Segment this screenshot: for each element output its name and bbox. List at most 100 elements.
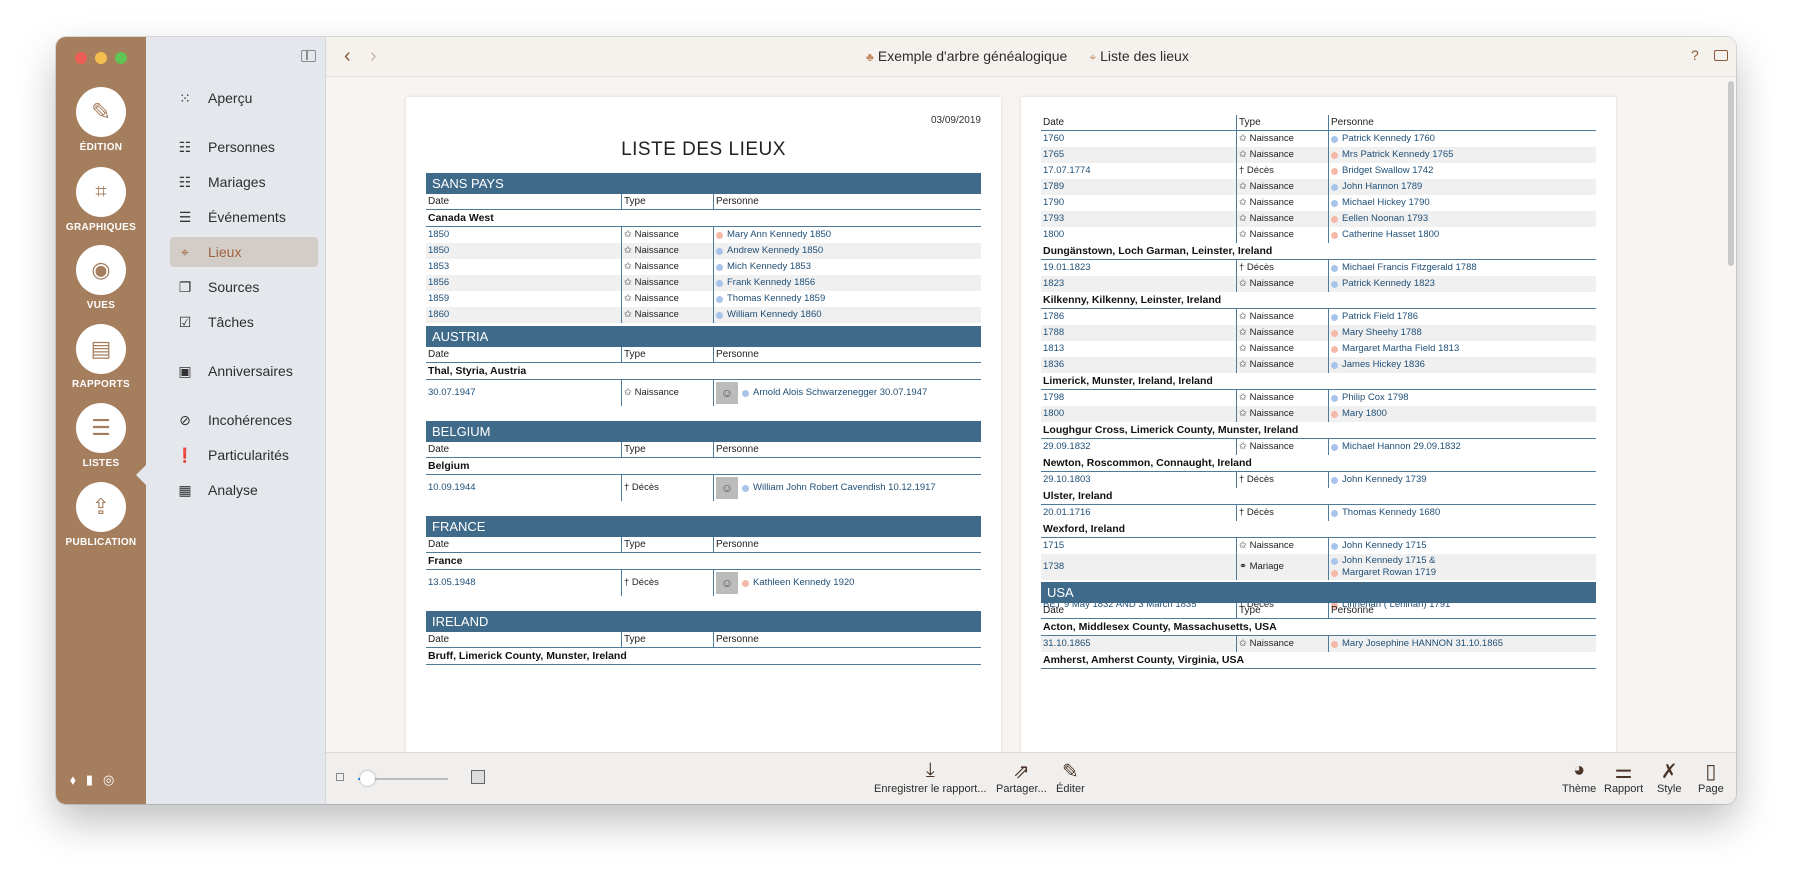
sidebar-item-lieux[interactable]: ⌖ Lieux	[170, 237, 318, 267]
table-row: 1836 ✩ Naissance James Hickey 1836	[1041, 357, 1596, 373]
row-person[interactable]: James Hickey 1836	[1329, 357, 1596, 373]
row-type: ✩ Naissance	[1237, 131, 1329, 147]
row-type: † Décès	[622, 570, 714, 596]
report-settings-button[interactable]: ⚌ Rapport	[1604, 759, 1643, 795]
rail-item-listes[interactable]: ☰ LISTES	[56, 403, 146, 469]
table-icon: ▦	[178, 481, 192, 498]
sidebar-item-particularites[interactable]: ❗ Particularités	[170, 440, 318, 470]
row-person[interactable]: William Kennedy 1860	[714, 307, 981, 323]
bookmark-icon[interactable]: ▮	[86, 772, 93, 788]
sidebar-item-taches[interactable]: ☑ Tâches	[170, 307, 318, 337]
row-person[interactable]: Mary Josephine HANNON 31.10.1865	[1329, 636, 1596, 652]
male-dot-icon	[1331, 135, 1338, 143]
breadcrumb-label: Liste des lieux	[1100, 48, 1189, 64]
row-person[interactable]: ☺ Arnold Alois Schwarzenegger 30.07.1947	[714, 380, 981, 406]
table-row: 1788 ✩ Naissance Mary Sheehy 1788	[1041, 325, 1596, 341]
window-mode-icon[interactable]	[1714, 50, 1728, 61]
globe-icon[interactable]: ◎	[103, 772, 114, 788]
theme-button[interactable]: ◕ Thème	[1562, 759, 1596, 795]
row-person[interactable]: Philip Cox 1798	[1329, 390, 1596, 406]
sidebar-item-mariages[interactable]: ☷ Mariages	[170, 167, 318, 197]
vertical-scrollbar[interactable]	[1728, 81, 1734, 266]
page-button[interactable]: ▯ Page	[1698, 759, 1724, 795]
breadcrumb: ♣ Exemple d'arbre généalogique ⌖ Liste des…	[866, 48, 1189, 65]
col-date: Date	[426, 194, 622, 209]
sidebar-item-anniversaires[interactable]: ▣ Anniversaires	[170, 356, 318, 386]
rail-item-vues[interactable]: ◉ VUES	[56, 245, 146, 311]
rail-item-rapports[interactable]: ▤ RAPPORTS	[56, 324, 146, 390]
col-person: Personne	[716, 196, 759, 207]
row-person[interactable]: Mrs Patrick Kennedy 1765	[1329, 147, 1596, 163]
row-person[interactable]: Mich Kennedy 1853	[714, 259, 981, 275]
row-person[interactable]: Michael Hickey 1790	[1329, 195, 1596, 211]
row-person[interactable]: Mary Ann Kennedy 1850	[714, 227, 981, 243]
breadcrumb-tree[interactable]: ♣ Exemple d'arbre généalogique	[866, 48, 1067, 65]
row-person[interactable]: Eellen Noonan 1793	[1329, 211, 1596, 227]
row-person[interactable]: ☺ Kathleen Kennedy 1920	[714, 570, 981, 596]
sources-icon: ❐	[178, 278, 192, 295]
edit-button[interactable]: ✎ Éditer	[1056, 759, 1085, 795]
sidebar-toggle-icon[interactable]	[301, 50, 316, 62]
sidebar-item-apercu[interactable]: ⁙ Aperçu	[170, 83, 318, 113]
row-person[interactable]: Michael Hannon 29.09.1832	[1329, 439, 1596, 455]
marriage-list-icon: ☷	[178, 173, 192, 190]
row-person[interactable]: Catherine Hasset 1800	[1329, 227, 1596, 243]
row-person[interactable]: Mary Sheehy 1788	[1329, 325, 1596, 341]
rail-item-publication[interactable]: ⇪ PUBLICATION	[56, 482, 146, 548]
col-type: Type	[622, 632, 714, 647]
person-name: Philip Cox 1798	[1342, 392, 1409, 403]
tag-icon[interactable]: ⬧	[70, 772, 76, 788]
sidebar-item-label: Analyse	[208, 482, 258, 498]
row-person[interactable]: John Kennedy 1715 & Margaret Rowan 1719	[1329, 554, 1596, 580]
sidebar-item-sources[interactable]: ❐ Sources	[170, 272, 318, 302]
row-date: 1800	[1041, 227, 1237, 243]
row-person[interactable]: John Kennedy 1715	[1329, 538, 1596, 554]
forward-arrow-icon[interactable]: ›	[370, 45, 377, 68]
row-type: ✩ Naissance	[1237, 439, 1329, 455]
zoom-in-icon[interactable]	[471, 770, 485, 784]
save-report-button[interactable]: ⤓ Enregistrer le rapport...	[874, 759, 987, 795]
row-person[interactable]: Frank Kennedy 1856	[714, 275, 981, 291]
row-person[interactable]: Patrick Kennedy 1760	[1329, 131, 1596, 147]
sidebar-item-analyse[interactable]: ▦ Analyse	[170, 475, 318, 505]
rail-item-graphiques[interactable]: ⌗ GRAPHIQUES	[56, 167, 146, 233]
search-document-icon: ⊘	[179, 411, 191, 428]
row-person[interactable]: John Kennedy 1739	[1329, 472, 1596, 488]
rail-item-edition[interactable]: ✎ ÉDITION	[56, 87, 146, 153]
table-row: 1860 ✩ Naissance William Kennedy 1860	[426, 307, 981, 323]
sidebar-item-incoherences[interactable]: ⊘ Incohérences	[170, 405, 318, 435]
row-person[interactable]: Margaret Martha Field 1813	[1329, 341, 1596, 357]
row-person[interactable]: Michael Francis Fitzgerald 1788	[1329, 260, 1596, 276]
back-arrow-icon[interactable]: ‹	[344, 45, 351, 68]
row-date: 1850	[426, 227, 622, 243]
female-dot-icon	[1331, 151, 1338, 159]
share-button[interactable]: ⇗ Partager...	[996, 759, 1047, 795]
female-dot-icon	[1331, 167, 1338, 175]
row-person[interactable]: Andrew Kennedy 1850	[714, 243, 981, 259]
zoom-window-button[interactable]	[115, 52, 127, 64]
zoom-out-icon[interactable]	[336, 773, 344, 781]
style-button[interactable]: ✗ Style	[1657, 759, 1681, 795]
table-row: 29.09.1832 ✩ Naissance Michael Hannon 29.0…	[1041, 439, 1596, 455]
sidebar-item-label: Anniversaires	[208, 363, 293, 379]
row-person[interactable]: Thomas Kennedy 1680	[1329, 505, 1596, 521]
help-icon[interactable]: ?	[1691, 47, 1699, 63]
row-person[interactable]: Patrick Kennedy 1823	[1329, 276, 1596, 292]
row-person[interactable]: Mary 1800	[1329, 406, 1596, 422]
row-person[interactable]: Bridget Swallow 1742	[1329, 163, 1596, 179]
row-person[interactable]: ☺ William John Robert Cavendish 10.12.191…	[714, 475, 981, 501]
edit-icon: ✎	[1061, 761, 1079, 783]
sidebar-item-evenements[interactable]: ☰ Événements	[170, 202, 318, 232]
row-person[interactable]: Thomas Kennedy 1859	[714, 291, 981, 307]
row-person[interactable]: John Hannon 1789	[1329, 179, 1596, 195]
row-person[interactable]: Patrick Field 1786	[1329, 309, 1596, 325]
sidebar-item-personnes[interactable]: ☷ Personnes	[170, 132, 318, 162]
zoom-slider-knob[interactable]	[360, 771, 375, 786]
rail-label: ÉDITION	[79, 142, 123, 153]
minimize-window-button[interactable]	[95, 52, 107, 64]
close-window-button[interactable]	[75, 52, 87, 64]
usa-section: USA Date Type Personne Acton, Middlesex …	[1041, 582, 1596, 669]
breadcrumb-places[interactable]: ⌖ Liste des lieux	[1089, 48, 1188, 65]
row-date: 1765	[1041, 147, 1237, 163]
active-mode-indicator	[136, 465, 146, 485]
